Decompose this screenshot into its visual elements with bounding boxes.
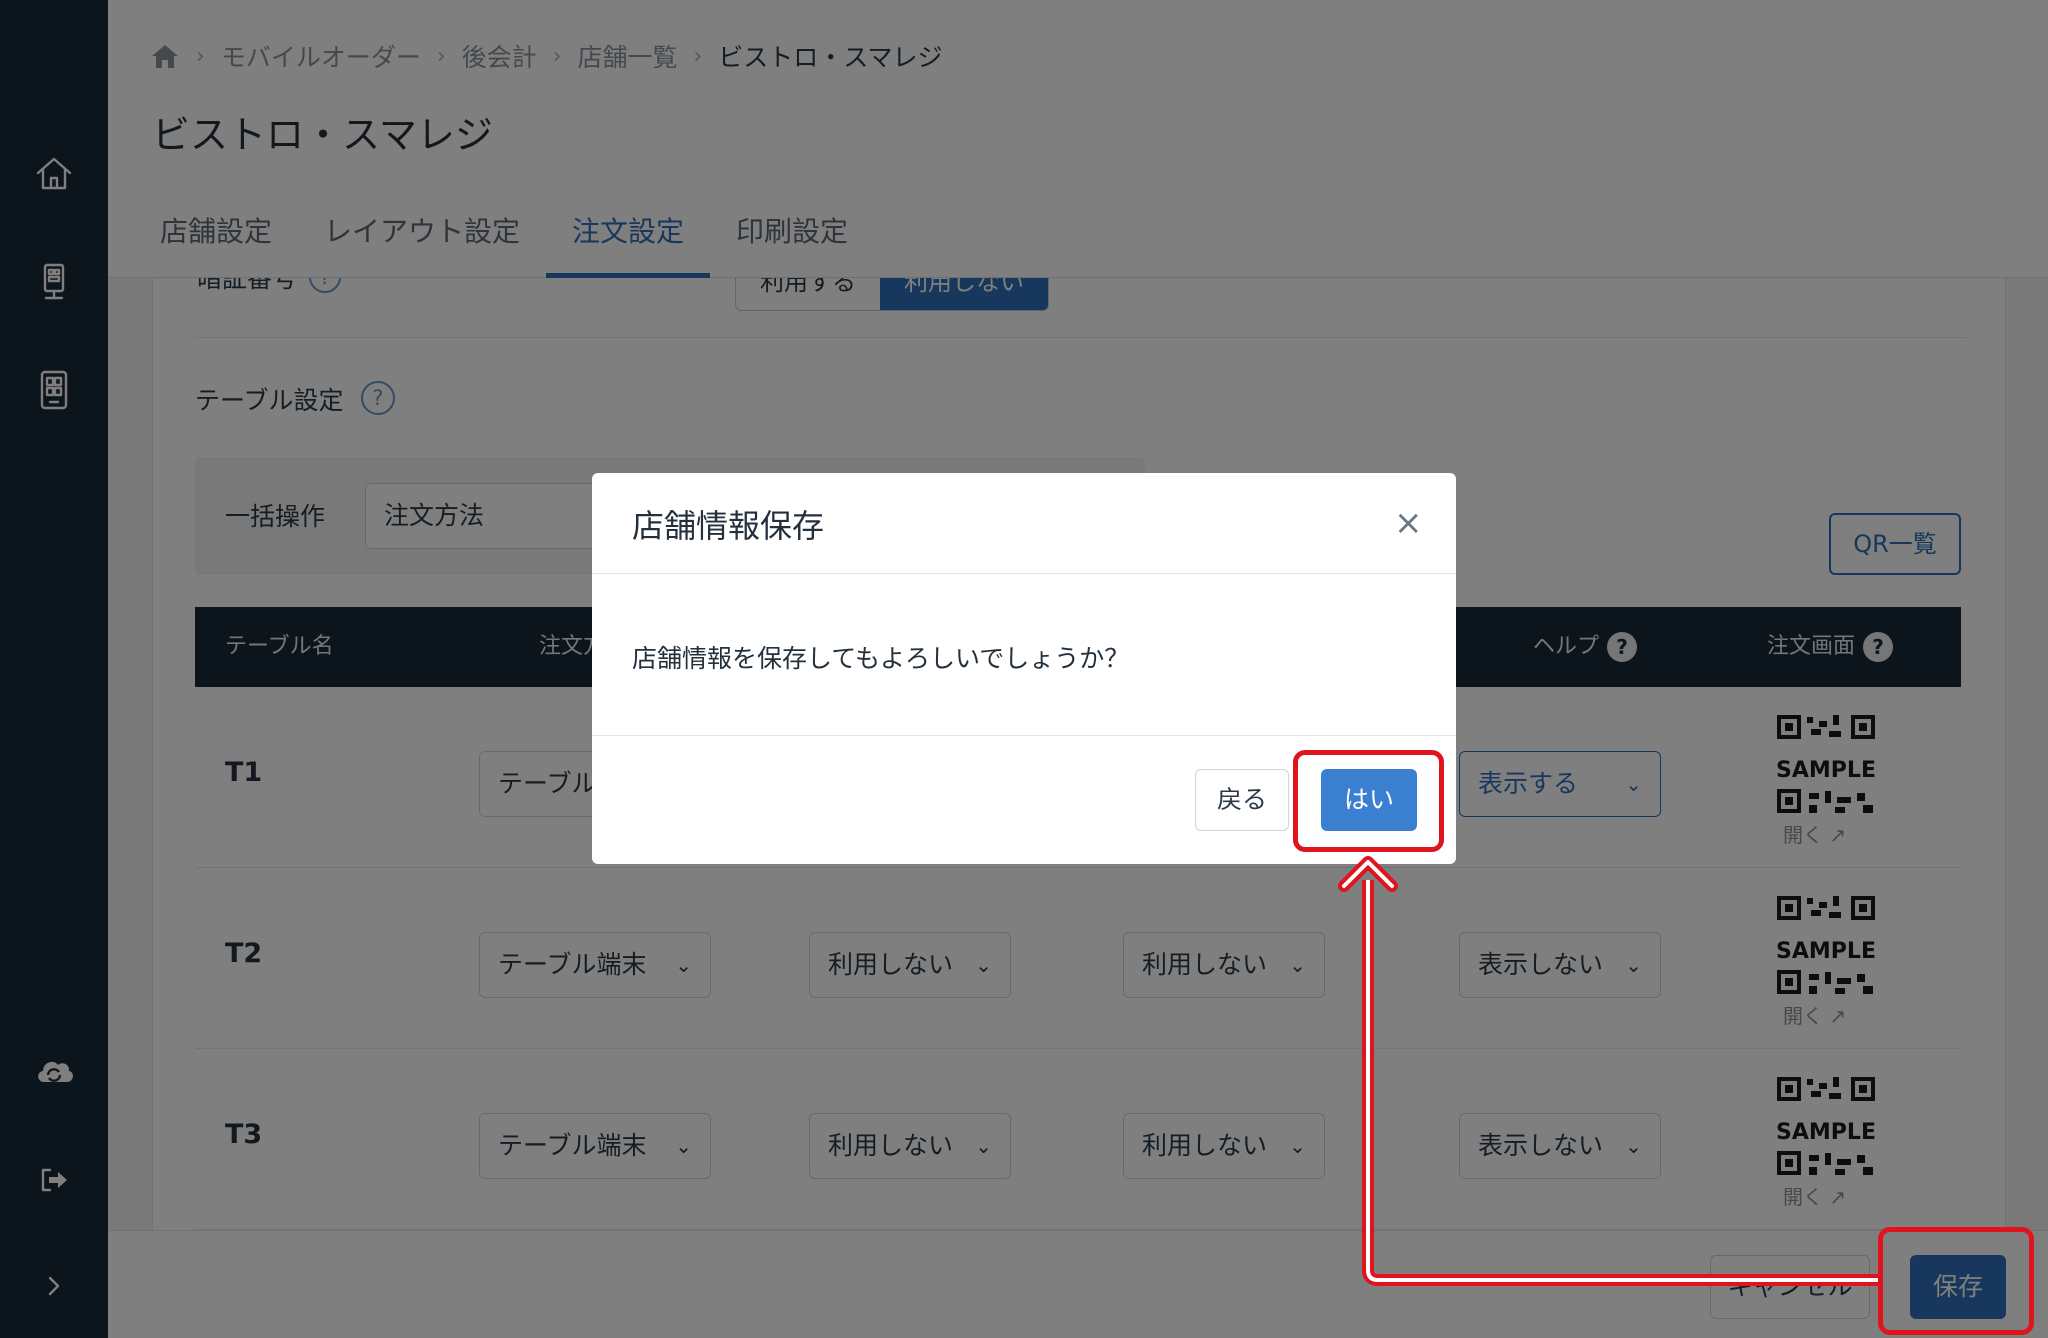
annotation-arrow	[1338, 856, 1878, 1286]
